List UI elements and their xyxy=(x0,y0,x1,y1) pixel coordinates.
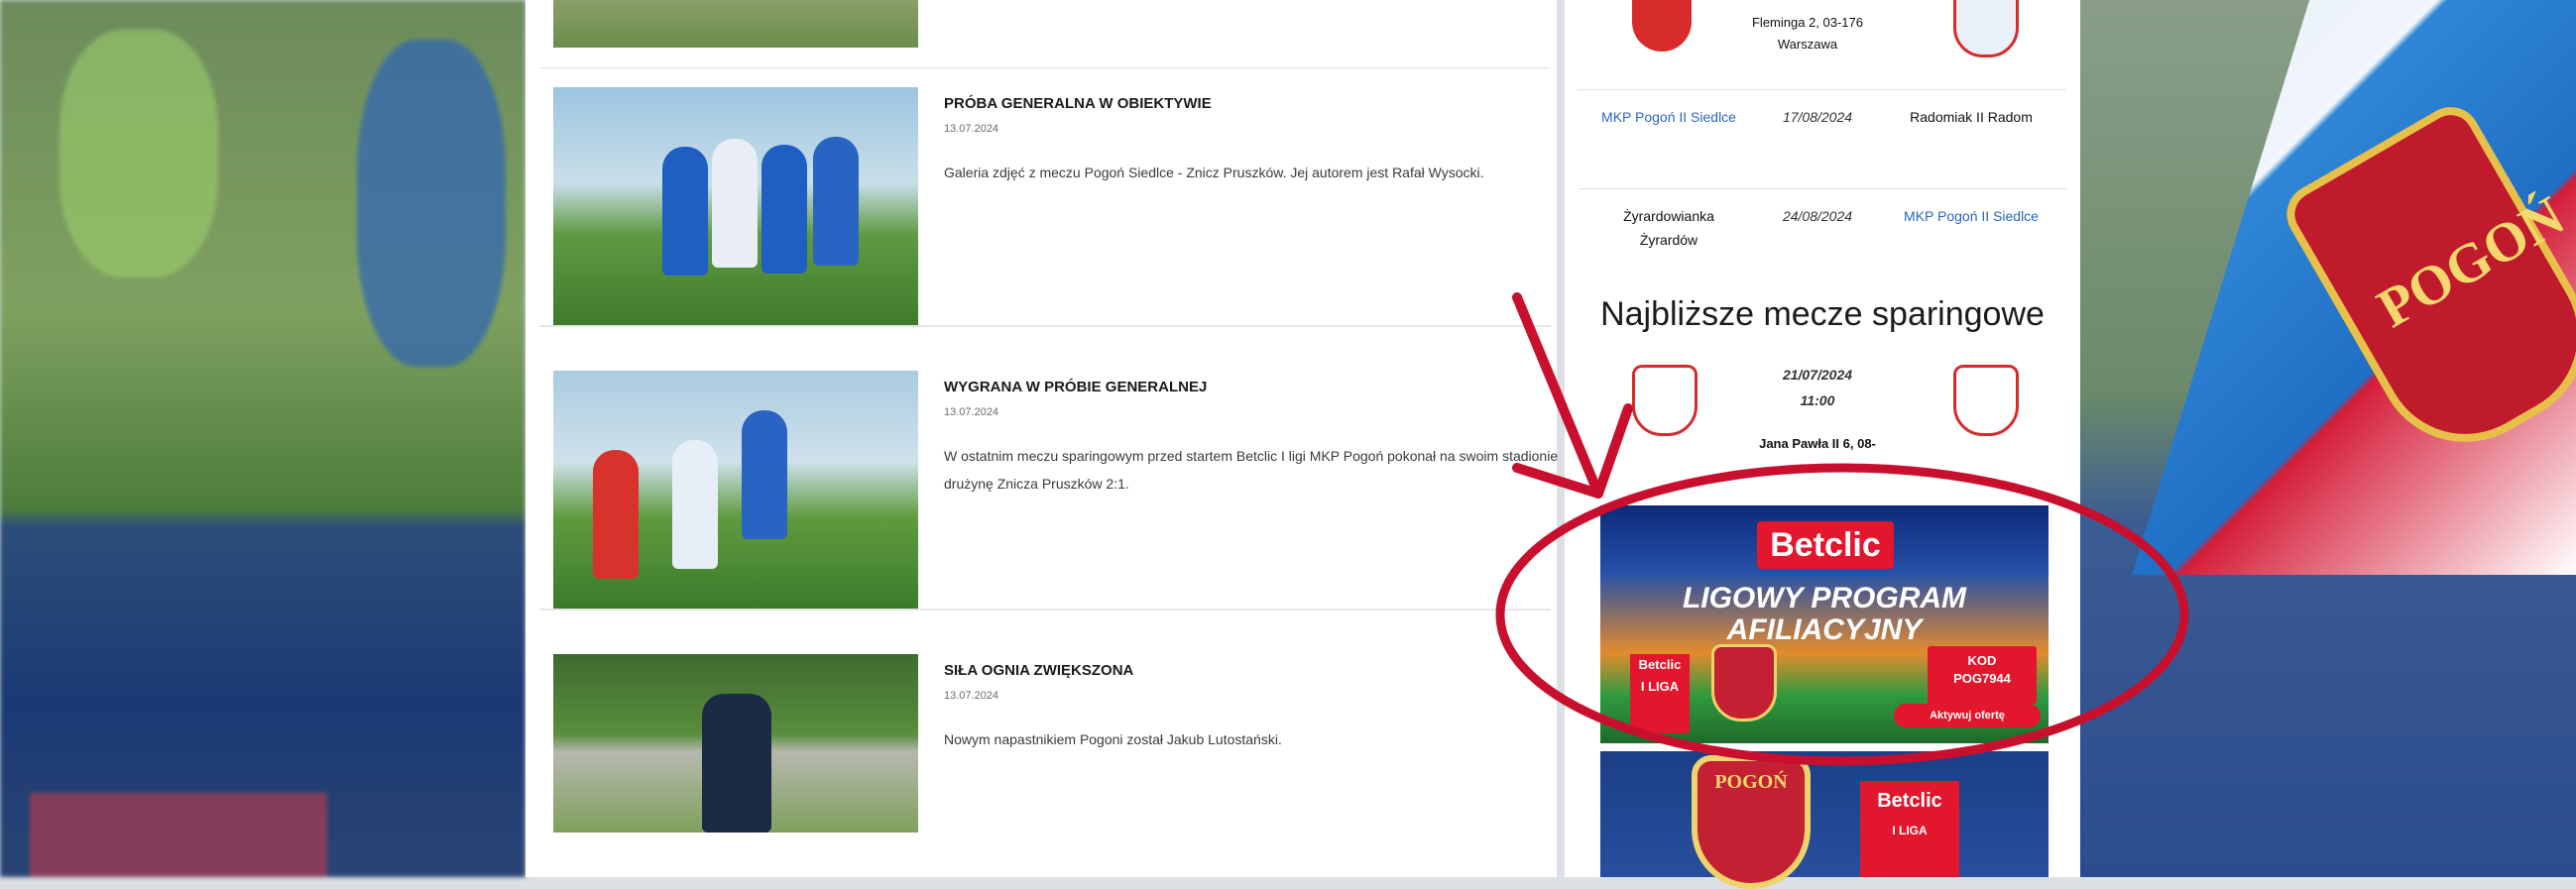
annotation-overlay xyxy=(1495,292,2189,766)
annotation-arrow-head-right xyxy=(1593,403,1633,499)
annotation-circle xyxy=(1495,463,2189,766)
annotation-arrow-shaft xyxy=(1512,292,1603,499)
